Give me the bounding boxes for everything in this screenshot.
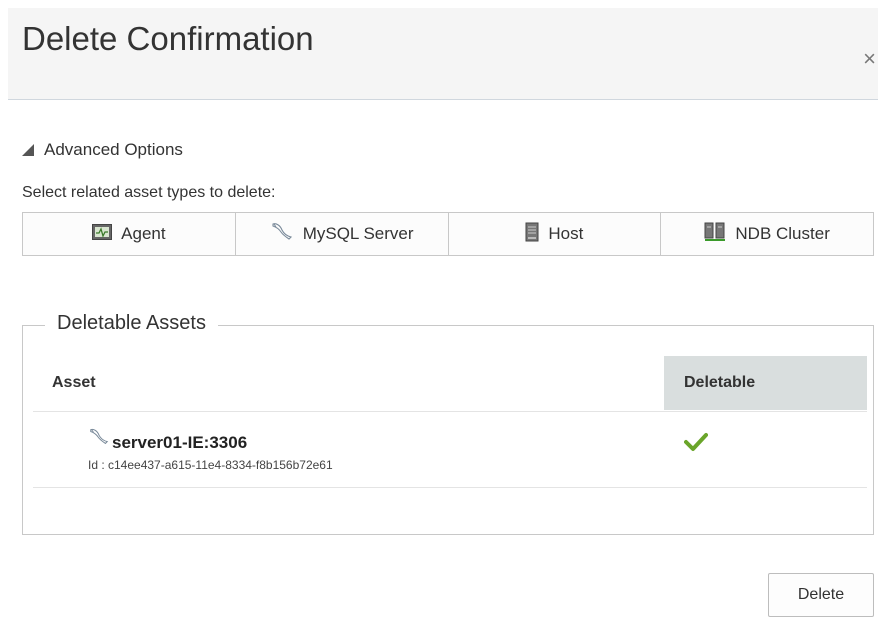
checkmark-icon <box>684 432 708 457</box>
dialog-header: Delete Confirmation × <box>8 8 878 100</box>
asset-column-header[interactable]: Asset <box>52 374 96 392</box>
mysql-dolphin-icon <box>88 426 110 453</box>
asset-id: Id : c14ee437-a615-11e4-8334-f8b156b72e6… <box>88 458 333 472</box>
table-header: Asset Deletable <box>33 356 867 412</box>
asset-type-label: MySQL Server <box>302 224 414 243</box>
deletable-assets-panel: Deletable Assets Asset Deletable server0… <box>22 312 874 535</box>
asset-type-agent-button[interactable]: Agent <box>23 213 236 255</box>
collapse-triangle-icon <box>22 144 34 156</box>
close-icon[interactable]: × <box>863 46 876 72</box>
dialog-title: Delete Confirmation <box>22 20 314 57</box>
asset-type-host-button[interactable]: Host <box>449 213 662 255</box>
asset-type-label: Agent <box>121 224 166 243</box>
deletable-assets-legend: Deletable Assets <box>45 312 218 335</box>
host-server-icon <box>525 222 539 247</box>
mysql-dolphin-icon <box>270 221 294 248</box>
ndb-cluster-icon <box>704 222 726 247</box>
asset-name: server01-IE:3306 <box>112 433 248 452</box>
advanced-options-toggle[interactable]: Advanced Options <box>22 140 183 160</box>
advanced-options-label: Advanced Options <box>44 140 183 159</box>
asset-name-cell: server01-IE:3306 <box>88 426 247 453</box>
agent-icon <box>92 223 113 245</box>
table-row: server01-IE:3306 Id : c14ee437-a615-11e4… <box>33 412 867 488</box>
asset-type-selector: Agent MySQL Server Host NDB Cluster <box>22 212 874 256</box>
select-types-label: Select related asset types to delete: <box>22 184 276 201</box>
deletable-column-header[interactable]: Deletable <box>664 356 867 410</box>
delete-button[interactable]: Delete <box>768 573 874 617</box>
asset-type-mysql-server-button[interactable]: MySQL Server <box>236 213 449 255</box>
asset-type-label: NDB Cluster <box>735 224 830 243</box>
asset-type-label: Host <box>548 224 584 243</box>
asset-type-ndb-cluster-button[interactable]: NDB Cluster <box>661 213 873 255</box>
